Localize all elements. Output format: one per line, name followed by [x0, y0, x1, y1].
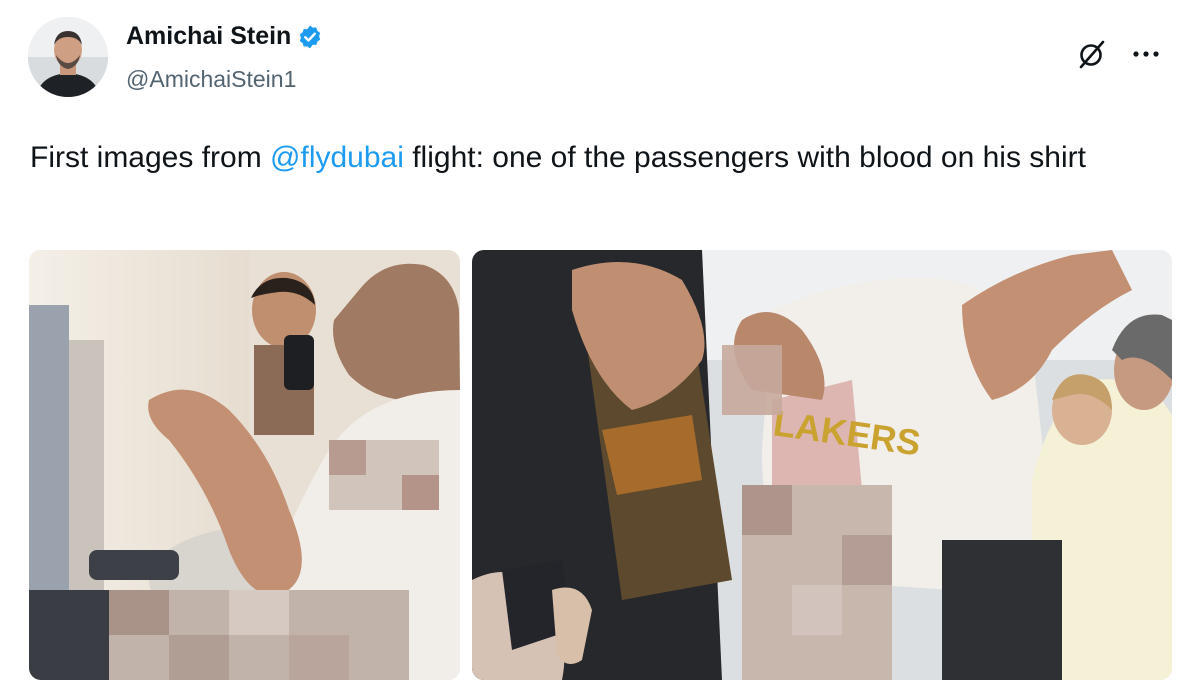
avatar-image	[28, 17, 108, 97]
author-name[interactable]: Amichai Stein	[126, 22, 291, 51]
grok-icon[interactable]	[1072, 34, 1112, 74]
more-horizontal-icon[interactable]	[1126, 34, 1166, 74]
media-image-2[interactable]: LAKERS	[472, 250, 1172, 680]
verified-badge-icon	[297, 24, 323, 50]
avatar[interactable]	[28, 17, 108, 97]
tweet-text: First images from @flydubai flight: one …	[30, 135, 1170, 181]
airplane-cabin-photo	[29, 250, 460, 680]
tweet-text-start: First images from	[30, 141, 271, 174]
author-name-row[interactable]: Amichai Stein	[126, 22, 323, 51]
media-image-1[interactable]	[29, 250, 460, 680]
tweet-text-end: flight: one of the passengers with blood…	[403, 141, 1086, 174]
mention-link[interactable]: @flydubai	[270, 141, 404, 174]
airplane-aisle-photo: LAKERS	[472, 250, 1172, 680]
author-handle[interactable]: @AmichaiStein1	[126, 66, 296, 93]
